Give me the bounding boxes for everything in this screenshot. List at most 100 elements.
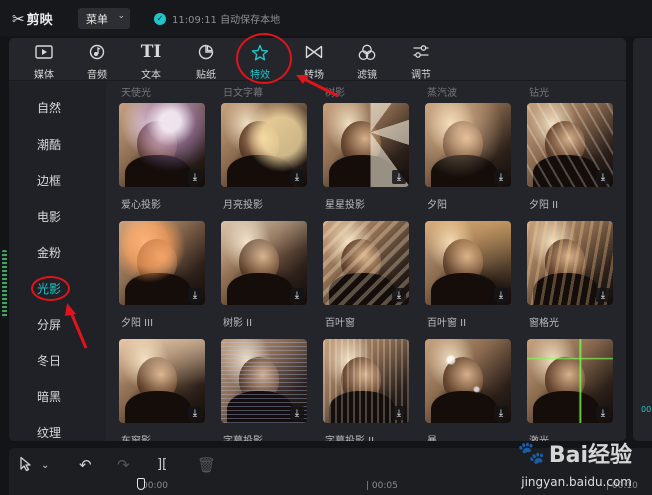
category-sidebar: 自然 潮酷 边框 电影 金粉 光影 分屏 冬日 暗黑 纹理 [9, 82, 106, 441]
effect-thumbnail[interactable]: ⤓ [527, 103, 613, 187]
transition-icon [305, 43, 323, 61]
select-cursor-icon[interactable] [19, 456, 33, 476]
tool-filter[interactable]: 滤镜 [344, 38, 390, 81]
autosave-status: ✓ 11:09:11 自动保存本地 [154, 11, 280, 26]
effect-label: 夕阳 II [529, 200, 559, 211]
effect-label: 百叶窗 [325, 318, 355, 329]
tool-label: 转场 [304, 70, 324, 81]
tool-adjust[interactable]: 调节 [398, 38, 444, 81]
time-tick: 00:00 [142, 481, 168, 491]
player-timecode: 00 [641, 405, 652, 414]
capcut-logo-icon: ✂ [12, 9, 25, 28]
effect-label: 爱心投影 [121, 200, 161, 211]
effect-label: 天使光 [121, 88, 151, 99]
download-icon[interactable]: ⤓ [392, 170, 406, 184]
download-icon[interactable]: ⤓ [188, 406, 202, 420]
effect-thumbnail[interactable]: ⤓ [221, 103, 307, 187]
chevron-down-icon[interactable]: ⌄ [41, 460, 49, 471]
effect-thumbnail[interactable]: ⤓ [119, 339, 205, 423]
autosave-text: 11:09:11 自动保存本地 [172, 15, 281, 26]
effect-label: 月亮投影 [223, 200, 263, 211]
check-circle-icon: ✓ [154, 12, 166, 25]
download-icon[interactable]: ⤓ [188, 170, 202, 184]
download-icon[interactable]: ⤓ [596, 170, 610, 184]
effect-thumbnail[interactable]: ⤓ [119, 103, 205, 187]
effect-label: 窗格光 [529, 318, 559, 329]
category-ziran[interactable]: 自然 [37, 99, 61, 116]
effect-thumbnail[interactable]: ⤓ [527, 221, 613, 305]
player-panel-edge: 00 [633, 38, 652, 441]
tool-transition[interactable]: 转场 [291, 38, 337, 81]
effect-thumbnail[interactable]: ⤓ [119, 221, 205, 305]
app-name: 剪映 [26, 13, 53, 28]
effect-thumbnail[interactable]: ⤓ [425, 103, 511, 187]
category-anhei[interactable]: 暗黑 [37, 388, 61, 405]
filter-icon [358, 43, 376, 61]
tool-label: 媒体 [34, 70, 54, 81]
tool-media[interactable]: 媒体 [21, 38, 67, 81]
menu-label: 菜单 [86, 12, 108, 26]
menu-button[interactable]: 菜单 ⌄ [78, 8, 130, 29]
delete-icon[interactable]: 🗑 [197, 456, 216, 474]
download-icon[interactable]: ⤓ [596, 288, 610, 302]
effect-thumbnail[interactable]: ⤓ [221, 339, 307, 423]
download-icon[interactable]: ⤓ [392, 406, 406, 420]
category-chaoku[interactable]: 潮酷 [37, 136, 61, 153]
tool-label: 音频 [87, 70, 107, 81]
download-icon[interactable]: ⤓ [392, 288, 406, 302]
category-wenli[interactable]: 纹理 [37, 424, 61, 441]
category-dianying[interactable]: 电影 [37, 208, 61, 225]
split-icon[interactable]: ][ [157, 457, 167, 472]
watermark-brand: Bai经验 [548, 443, 632, 468]
tool-label: 滤镜 [357, 70, 377, 81]
time-tick: | 00:05 [366, 481, 398, 491]
playhead-handle[interactable] [137, 478, 145, 490]
download-icon[interactable]: ⤓ [494, 288, 508, 302]
download-icon[interactable]: ⤓ [188, 288, 202, 302]
download-icon[interactable]: ⤓ [290, 288, 304, 302]
tool-audio[interactable]: 音频 [74, 38, 120, 81]
audio-icon [89, 43, 105, 61]
effect-thumbnail[interactable]: ⤓ [221, 221, 307, 305]
media-icon [35, 43, 53, 61]
adjust-icon [412, 43, 430, 61]
tool-sticker[interactable]: 贴纸 [183, 38, 229, 81]
effect-label: 星星投影 [325, 200, 365, 211]
category-jinfen[interactable]: 金粉 [37, 244, 61, 261]
download-icon[interactable]: ⤓ [596, 406, 610, 420]
category-biankuang[interactable]: 边框 [37, 172, 61, 189]
tool-text[interactable]: TI 文本 [128, 38, 174, 81]
category-fenping[interactable]: 分屏 [37, 316, 61, 333]
title-bar: ✂ 剪映 菜单 ⌄ ✓ 11:09:11 自动保存本地 [0, 0, 652, 36]
effect-label: 夕阳 III [121, 318, 154, 329]
redo-icon[interactable]: ↷ [117, 456, 130, 474]
category-dongri[interactable]: 冬日 [37, 352, 61, 369]
asset-toolbar: 媒体 音频 TI 文本 贴纸 特效 转场 滤镜 调节 [9, 38, 626, 81]
effect-label: 百叶窗 II [427, 318, 467, 329]
download-icon[interactable]: ⤓ [494, 406, 508, 420]
effect-label: 蒸汽波 [427, 88, 457, 99]
undo-icon[interactable]: ↶ [79, 456, 92, 474]
effect-thumbnail[interactable]: ⤓ [323, 339, 409, 423]
effect-thumbnail[interactable]: ⤓ [323, 221, 409, 305]
download-icon[interactable]: ⤓ [494, 170, 508, 184]
download-icon[interactable]: ⤓ [290, 406, 304, 420]
annotation-circle [236, 33, 292, 84]
effect-thumbnail[interactable]: ⤓ [527, 339, 613, 423]
paw-icon: 🐾 [517, 440, 545, 466]
effect-thumbnail[interactable]: ⤓ [425, 339, 511, 423]
annotation-circle [31, 276, 70, 301]
effects-grid: 天使光 日文字幕 树影 蒸汽波 钻光 ⤓ ⤓ ⤓ ⤓ ⤓ 爱心投影 月亮投影 星… [106, 82, 626, 441]
effect-label: 字幕投影 [223, 432, 263, 441]
effect-label: 夕阳 [427, 200, 447, 211]
effect-thumbnail[interactable]: ⤓ [425, 221, 511, 305]
effect-thumbnail[interactable]: ⤓ [323, 103, 409, 187]
baidu-watermark: 🐾 Bai经验 [517, 437, 632, 469]
effect-label: 日文字幕 [223, 88, 263, 99]
tool-label: 文本 [141, 70, 161, 81]
app-logo: ✂ 剪映 [12, 9, 53, 29]
effect-label: 钻光 [529, 88, 549, 99]
sticker-icon [198, 43, 214, 61]
download-icon[interactable]: ⤓ [290, 170, 304, 184]
text-icon: TI [140, 42, 162, 62]
